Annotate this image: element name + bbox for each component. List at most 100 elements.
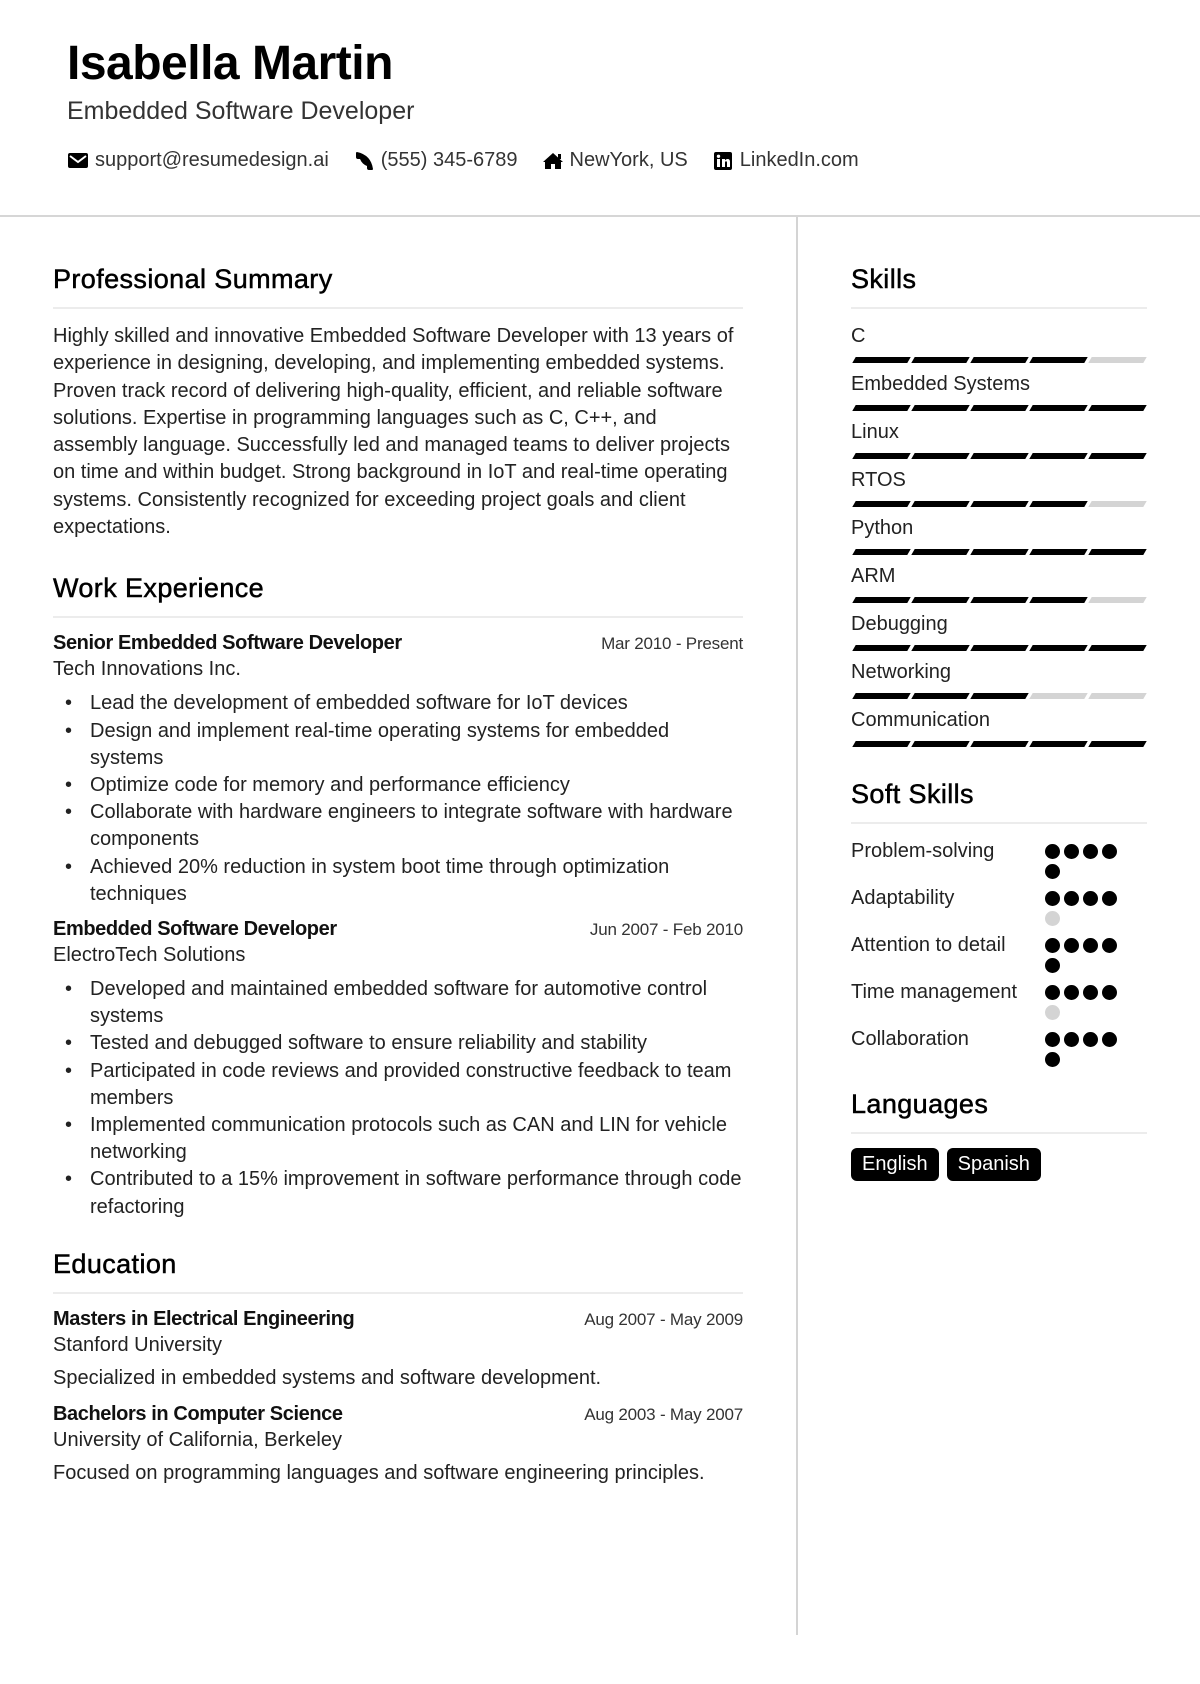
home-icon (542, 151, 564, 171)
rating-dot-filled (1102, 1032, 1117, 1047)
phone-icon (353, 151, 375, 171)
bullet-item: Design and implement real-time operating… (53, 718, 743, 772)
skill-item: Python (851, 515, 1147, 555)
soft-skill-item: Collaboration (851, 1026, 1147, 1067)
bullet-item: Achieved 20% reduction in system boot ti… (53, 854, 743, 908)
skill-segment-filled (1029, 405, 1088, 411)
skill-segment-filled (970, 405, 1029, 411)
rating-dot-filled (1102, 985, 1117, 1000)
contact-email[interactable]: support@resumedesign.ai (67, 149, 329, 172)
skill-segment-filled (852, 357, 911, 363)
rating-dot-filled (1064, 1032, 1079, 1047)
skill-segment-filled (852, 549, 911, 555)
bullet-item: Developed and maintained embedded softwa… (53, 976, 743, 1030)
skill-segment-empty (1088, 357, 1147, 363)
experience-section: Work Experience Senior Embedded Software… (53, 573, 743, 1220)
contact-location: NewYork, US (542, 149, 688, 172)
skill-segment-filled (1029, 741, 1088, 747)
skill-item: Debugging (851, 611, 1147, 651)
skill-segment-filled (970, 549, 1029, 555)
skill-segment-empty (1029, 693, 1088, 699)
rating-dot-filled (1064, 891, 1079, 906)
skill-level-bar (851, 741, 1147, 747)
contact-linkedin[interactable]: LinkedIn.com (712, 149, 859, 172)
skill-segment-filled (970, 597, 1029, 603)
skill-name: Networking (851, 661, 952, 683)
soft-skill-rating (1045, 932, 1125, 973)
soft-skill-rating (1045, 979, 1125, 1020)
education-header: Bachelors in Computer Science Aug 2003 - … (53, 1403, 743, 1426)
skill-name: Debugging (851, 613, 948, 635)
soft-skill-item: Adaptability (851, 885, 1147, 926)
skill-item: Communication (851, 707, 1147, 747)
job-company: Tech Innovations Inc. (53, 658, 241, 681)
skill-segment-filled (852, 741, 911, 747)
job-position: Embedded Software Developer (53, 918, 337, 940)
skill-level-bar (851, 501, 1147, 507)
skill-segment-filled (852, 453, 911, 459)
job-position: Senior Embedded Software Developer (53, 632, 402, 655)
contact-location-text: NewYork, US (569, 149, 688, 171)
skill-segment-filled (970, 741, 1029, 747)
language-badge: Spanish (946, 1148, 1041, 1181)
contact-phone[interactable]: (555) 345-6789 (353, 149, 518, 172)
rating-dot-filled (1045, 958, 1060, 973)
skill-segment-filled (852, 405, 911, 411)
soft-skill-name: Attention to detail (851, 934, 1006, 956)
skill-name: Python (851, 517, 914, 539)
languages-section: Languages English Spanish (851, 1089, 1147, 1181)
contact-email-text: support@resumedesign.ai (95, 149, 329, 171)
skill-level-bar (851, 597, 1147, 603)
soft-skills-list: Problem-solving Adaptability Attention to … (851, 838, 1147, 1067)
skill-item: RTOS (851, 467, 1147, 507)
resume-header: Isabella Martin Embedded Software Develo… (0, 0, 1200, 217)
rating-dot-filled (1102, 938, 1117, 953)
experience-heading: Work Experience (53, 573, 743, 619)
rating-dot-filled (1083, 1032, 1098, 1047)
skill-segment-filled (1029, 549, 1088, 555)
job-header: Embedded Software Developer Jun 2007 - Fe… (53, 918, 743, 941)
rating-dot-filled (1083, 844, 1098, 859)
sidebar-column: Skills C Embedded Systems Linux RTOS Python A… (851, 264, 1147, 1181)
skill-segment-filled (911, 741, 970, 747)
rating-dot-filled (1045, 985, 1060, 1000)
skill-segment-filled (911, 645, 970, 651)
job-entry: Senior Embedded Software Developer Mar 20… (53, 632, 743, 908)
skill-level-bar (851, 645, 1147, 651)
education-heading: Education (53, 1249, 743, 1294)
education-section: Education Masters in Electrical Engineer… (53, 1249, 743, 1485)
skill-level-bar (851, 693, 1147, 699)
skill-segment-filled (852, 501, 911, 507)
contact-linkedin-text: LinkedIn.com (739, 149, 859, 171)
bullet-item: Lead the development of embedded softwar… (53, 690, 743, 717)
contact-bar: support@resumedesign.ai (555) 345-6789 N… (67, 149, 883, 172)
skills-list: C Embedded Systems Linux RTOS Python ARM Debug… (851, 323, 1147, 747)
soft-skill-name: Time management (851, 981, 1017, 1003)
envelope-icon (67, 151, 89, 171)
rating-dot-filled (1045, 1032, 1060, 1047)
skill-segment-filled (970, 501, 1029, 507)
degree: Masters in Electrical Engineering (53, 1307, 355, 1330)
soft-skill-item: Problem-solving (851, 838, 1147, 879)
degree: Bachelors in Computer Science (53, 1402, 343, 1425)
education-list: Masters in Electrical Engineering Aug 200… (53, 1308, 743, 1485)
soft-skills-heading: Soft Skills (851, 779, 1147, 824)
skill-segment-filled (911, 501, 970, 507)
rating-dot-empty (1045, 911, 1060, 926)
soft-skill-item: Attention to detail (851, 932, 1147, 973)
skill-segment-filled (1088, 549, 1147, 555)
education-description: Specialized in embedded systems and soft… (53, 1366, 602, 1389)
skill-segment-filled (852, 693, 911, 699)
skill-segment-filled (970, 357, 1029, 363)
skill-segment-empty (1088, 501, 1147, 507)
summary-text: Highly skilled and innovative Embedded S… (53, 325, 734, 539)
skill-segment-filled (852, 597, 911, 603)
main-column: Professional Summary Highly skilled and … (53, 264, 743, 1498)
job-dates: Mar 2010 - Present (601, 634, 743, 654)
skill-segment-filled (911, 549, 970, 555)
rating-dot-filled (1045, 864, 1060, 879)
soft-skill-item: Time management (851, 979, 1147, 1020)
language-badge: English (851, 1148, 939, 1181)
education-description: Focused on programming languages and sof… (53, 1461, 705, 1484)
skill-level-bar (851, 453, 1147, 459)
